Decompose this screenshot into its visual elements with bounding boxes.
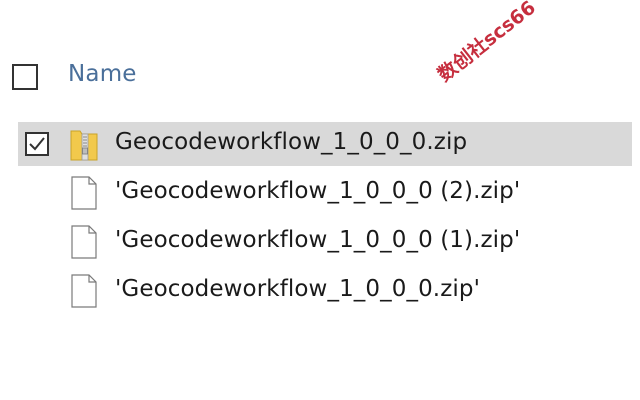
file-name[interactable]: Geocodeworkflow_1_0_0_0.zip <box>115 129 467 155</box>
file-name[interactable]: 'Geocodeworkflow_1_0_0_0 (1).zip' <box>115 227 520 253</box>
file-row[interactable]: 'Geocodeworkflow_1_0_0_0.zip' <box>18 269 632 313</box>
select-all-checkbox[interactable] <box>12 64 38 90</box>
file-name[interactable]: 'Geocodeworkflow_1_0_0_0 (2).zip' <box>115 178 520 204</box>
file-row[interactable]: 'Geocodeworkflow_1_0_0_0 (2).zip' <box>18 171 632 215</box>
file-explorer-list: Name Geocodeworkflow_1_0_0_0.zip 'Geocod… <box>0 0 640 400</box>
checkmark-icon <box>29 137 45 151</box>
column-header-name[interactable]: Name <box>68 61 137 87</box>
blank-file-icon <box>71 274 97 308</box>
file-row[interactable]: 'Geocodeworkflow_1_0_0_0 (1).zip' <box>18 220 632 264</box>
zip-folder-icon <box>70 130 98 161</box>
file-row[interactable]: Geocodeworkflow_1_0_0_0.zip <box>18 122 632 166</box>
row-checkbox[interactable] <box>25 132 49 156</box>
blank-file-icon <box>71 176 97 210</box>
list-header: Name <box>0 56 640 100</box>
file-name[interactable]: 'Geocodeworkflow_1_0_0_0.zip' <box>115 276 480 302</box>
blank-file-icon <box>71 225 97 259</box>
